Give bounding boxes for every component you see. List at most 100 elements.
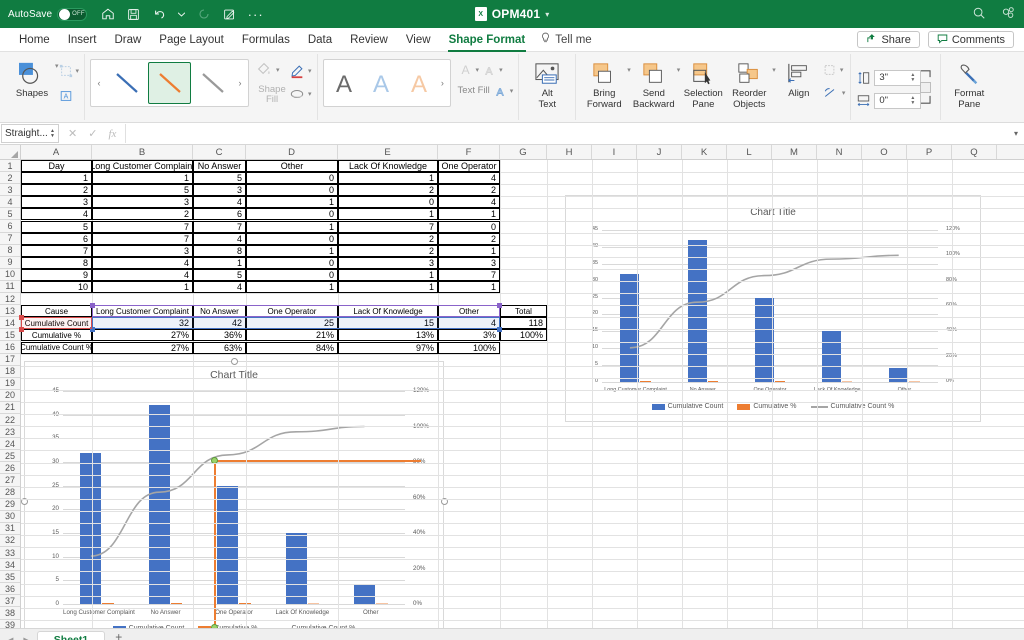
cell-B7[interactable]: 7 <box>92 233 193 245</box>
shape-style-gray-line[interactable] <box>191 62 234 104</box>
row-header-28[interactable]: 28 <box>0 487 20 499</box>
row-header-39[interactable]: 39 <box>0 620 20 628</box>
tab-formulas[interactable]: Formulas <box>233 31 299 49</box>
row-header-7[interactable]: 7 <box>0 233 20 245</box>
column-header-Q[interactable]: Q <box>952 145 997 159</box>
new-comment-icon[interactable] <box>222 7 237 22</box>
wordart-style-gray[interactable]: A <box>326 62 363 104</box>
cell-F3[interactable]: 2 <box>438 184 500 196</box>
search-icon[interactable] <box>972 6 986 23</box>
row-header-22[interactable]: 22 <box>0 414 20 426</box>
name-box-spinner[interactable]: ▲▼ <box>50 129 55 139</box>
cell-A4[interactable]: 3 <box>21 196 92 208</box>
text-box-button[interactable]: A <box>59 86 80 105</box>
shape-style-orange-line-selected[interactable] <box>148 62 191 104</box>
shape-outline-button[interactable]: ▾ <box>289 61 312 80</box>
share-button[interactable]: Share <box>857 31 919 48</box>
text-fill-dropdown-icon[interactable]: ▾ <box>476 66 480 74</box>
cell-E8[interactable]: 2 <box>338 245 438 257</box>
edit-shape-button[interactable]: ▾ <box>59 61 80 80</box>
column-header-G[interactable]: G <box>500 145 547 159</box>
cell-B2[interactable]: 1 <box>92 172 193 184</box>
row-header-14[interactable]: 14 <box>0 317 20 329</box>
tab-draw[interactable]: Draw <box>105 31 150 49</box>
row-header-23[interactable]: 23 <box>0 426 20 438</box>
row-header-27[interactable]: 27 <box>0 474 20 486</box>
cell-C7[interactable]: 4 <box>193 233 246 245</box>
cell-D14[interactable]: 25 <box>246 317 338 329</box>
range-handle-categories-end[interactable] <box>497 303 502 308</box>
cell-F16[interactable]: 100% <box>438 342 500 354</box>
tab-insert[interactable]: Insert <box>59 31 106 49</box>
column-header-O[interactable]: O <box>862 145 907 159</box>
row-header-19[interactable]: 19 <box>0 378 20 390</box>
cell-A5[interactable]: 4 <box>21 208 92 220</box>
row-header-21[interactable]: 21 <box>0 402 20 414</box>
column-header-J[interactable]: J <box>637 145 682 159</box>
legend-item-cumulative-count[interactable]: Cumulative Count <box>652 403 724 410</box>
cell-D1[interactable]: Other <box>246 160 338 172</box>
row-header-20[interactable]: 20 <box>0 390 20 402</box>
cell-B10[interactable]: 4 <box>92 269 193 281</box>
range-handle-series-end[interactable] <box>19 327 24 332</box>
cell-C16[interactable]: 63% <box>193 342 246 354</box>
home-icon[interactable] <box>100 7 115 22</box>
gallery-next-icon[interactable]: › <box>234 78 246 88</box>
row-header-31[interactable]: 31 <box>0 523 20 535</box>
tab-view[interactable]: View <box>397 31 440 49</box>
tab-review[interactable]: Review <box>341 31 397 49</box>
row-header-16[interactable]: 16 <box>0 341 20 353</box>
formula-bar-expand-icon[interactable]: ▾ <box>1008 129 1024 138</box>
shape-vertical-guideline[interactable] <box>214 460 216 628</box>
chart-top-right[interactable]: Chart Title 0510152025303540450%20%40%60… <box>565 195 981 422</box>
cell-D9[interactable]: 0 <box>246 257 338 269</box>
shape-width-field[interactable]: 0" ▲▼ <box>856 91 915 110</box>
column-header-F[interactable]: F <box>438 145 500 159</box>
row-header-12[interactable]: 12 <box>0 293 20 305</box>
column-header-M[interactable]: M <box>772 145 817 159</box>
cell-A11[interactable]: 10 <box>21 281 92 293</box>
cell-E15[interactable]: 13% <box>338 329 438 341</box>
row-header-8[interactable]: 8 <box>0 245 20 257</box>
gallery-prev-icon[interactable]: ‹ <box>93 78 105 88</box>
cell-E3[interactable]: 2 <box>338 184 438 196</box>
edit-shape-dropdown-icon[interactable]: ▾ <box>76 67 80 75</box>
presence-icon[interactable] <box>1001 6 1016 23</box>
column-header-E[interactable]: E <box>338 145 438 159</box>
column-header-I[interactable]: I <box>592 145 637 159</box>
formula-input[interactable] <box>125 124 1008 143</box>
add-sheet-button[interactable]: + <box>105 628 132 640</box>
cell-C8[interactable]: 8 <box>193 245 246 257</box>
rotate-objects-dropdown-icon[interactable]: ▾ <box>842 89 846 97</box>
chart-legend[interactable]: Cumulative Count Cumulative % Cumulative… <box>25 625 443 628</box>
cell-D11[interactable]: 1 <box>246 281 338 293</box>
column-header-A[interactable]: A <box>21 145 92 159</box>
column-header-B[interactable]: B <box>92 145 193 159</box>
cell-F8[interactable]: 1 <box>438 245 500 257</box>
legend-item-cumulative-percent[interactable]: Cumulative % <box>737 403 796 410</box>
cell-E13[interactable]: Lack Of Knowledge <box>338 305 438 317</box>
cell-C6[interactable]: 7 <box>193 221 246 233</box>
undo-dropdown-icon[interactable] <box>178 7 185 22</box>
cell-F4[interactable]: 4 <box>438 196 500 208</box>
alt-text-button[interactable]: AltText <box>524 56 570 111</box>
column-header-D[interactable]: D <box>246 145 338 159</box>
cell-G13[interactable]: Total <box>500 305 547 317</box>
format-pane-button[interactable]: FormatPane <box>946 56 992 111</box>
cell-F5[interactable]: 1 <box>438 208 500 220</box>
cell-E11[interactable]: 1 <box>338 281 438 293</box>
row-header-9[interactable]: 9 <box>0 257 20 269</box>
text-outline-dropdown-icon[interactable]: ▾ <box>499 66 503 74</box>
column-header-C[interactable]: C <box>193 145 246 159</box>
row-header-37[interactable]: 37 <box>0 595 20 607</box>
shape-outline-dropdown-icon[interactable]: ▾ <box>308 67 312 75</box>
range-handle-categories-start[interactable] <box>90 303 95 308</box>
cell-D8[interactable]: 1 <box>246 245 338 257</box>
text-effects-dropdown-icon[interactable]: ▾ <box>510 87 514 95</box>
range-handle-values-start[interactable] <box>90 327 95 332</box>
cell-C14[interactable]: 42 <box>193 317 246 329</box>
cell-A10[interactable]: 9 <box>21 269 92 281</box>
legend-item-cumulative-count-percent[interactable]: Cumulative Count % <box>811 403 895 410</box>
row-header-26[interactable]: 26 <box>0 462 20 474</box>
cell-B14[interactable]: 32 <box>92 317 193 329</box>
